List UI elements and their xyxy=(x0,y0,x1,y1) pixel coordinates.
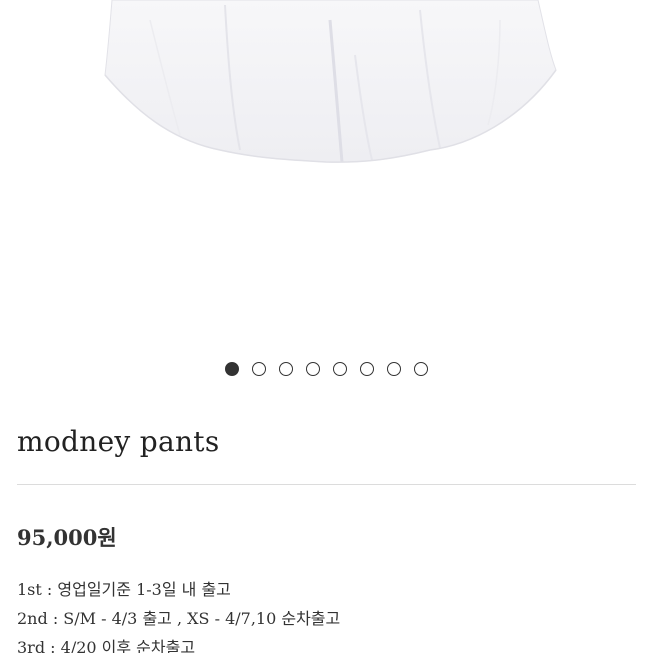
shipping-info-list: 1st : 영업일기준 1-3일 내 출고 2nd : S/M - 4/3 출고… xyxy=(17,575,340,653)
carousel-dot-8[interactable] xyxy=(414,362,428,376)
shipping-info-line: 2nd : S/M - 4/3 출고 , XS - 4/7,10 순차출고 xyxy=(17,609,341,628)
pleated-skirt-illustration xyxy=(104,0,557,163)
product-price: 95,000원 xyxy=(17,525,117,550)
carousel-dot-1[interactable] xyxy=(225,362,239,376)
carousel-dot-5[interactable] xyxy=(333,362,347,376)
carousel-dot-3[interactable] xyxy=(279,362,293,376)
divider xyxy=(17,484,636,485)
product-title: modney pants xyxy=(17,425,220,458)
product-image[interactable] xyxy=(0,0,653,330)
shipping-info-line: 3rd : 4/20 이후 순차출고 xyxy=(17,638,196,653)
carousel-dot-6[interactable] xyxy=(360,362,374,376)
carousel-dot-4[interactable] xyxy=(306,362,320,376)
image-carousel-indicator[interactable] xyxy=(0,362,653,378)
shipping-info-line: 1st : 영업일기준 1-3일 내 출고 xyxy=(17,580,231,599)
carousel-dot-7[interactable] xyxy=(387,362,401,376)
carousel-dot-2[interactable] xyxy=(252,362,266,376)
